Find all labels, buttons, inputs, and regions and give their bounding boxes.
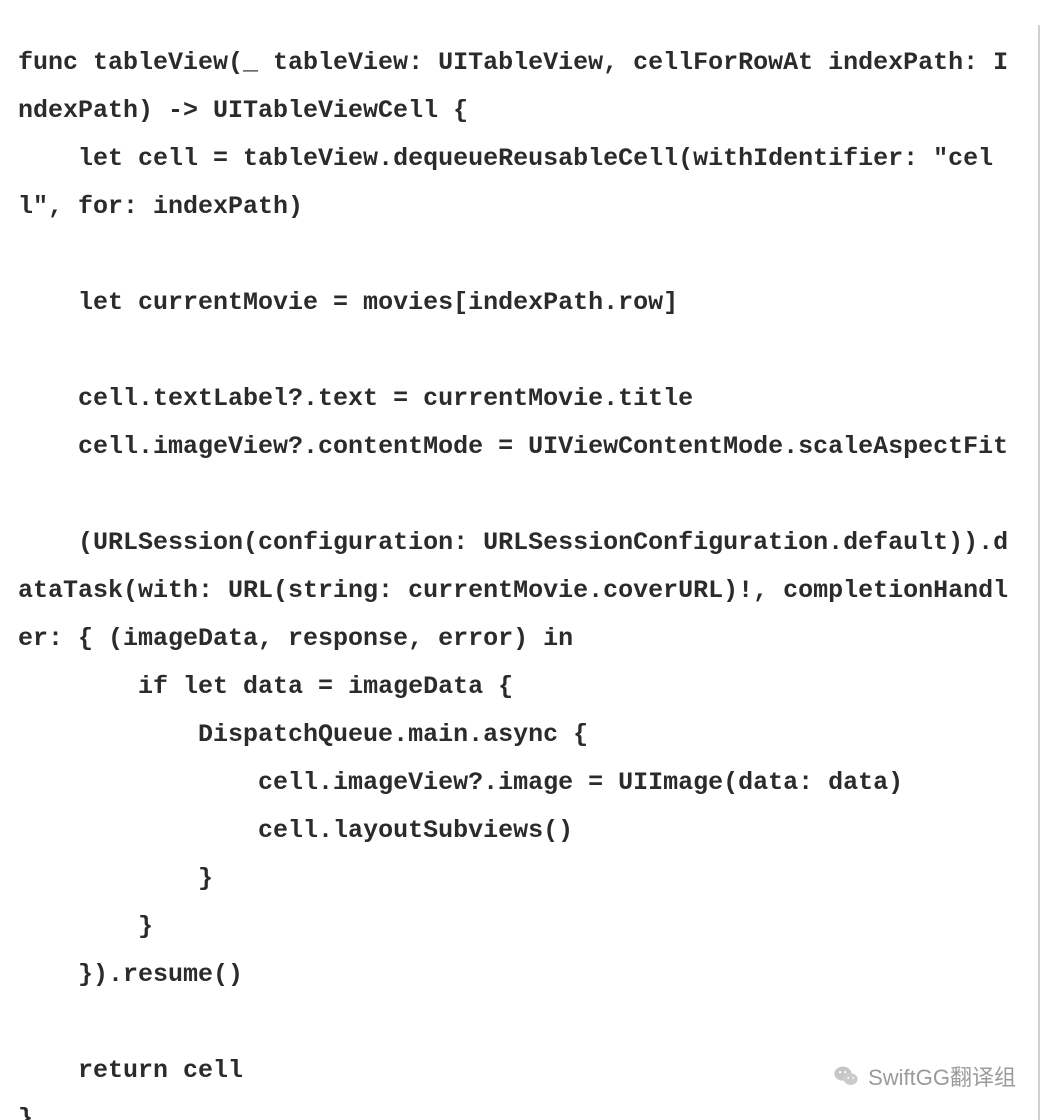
code-text: func tableView(_ tableView: UITableView,… bbox=[18, 48, 1008, 1120]
code-block: func tableView(_ tableView: UITableView,… bbox=[0, 25, 1040, 1120]
